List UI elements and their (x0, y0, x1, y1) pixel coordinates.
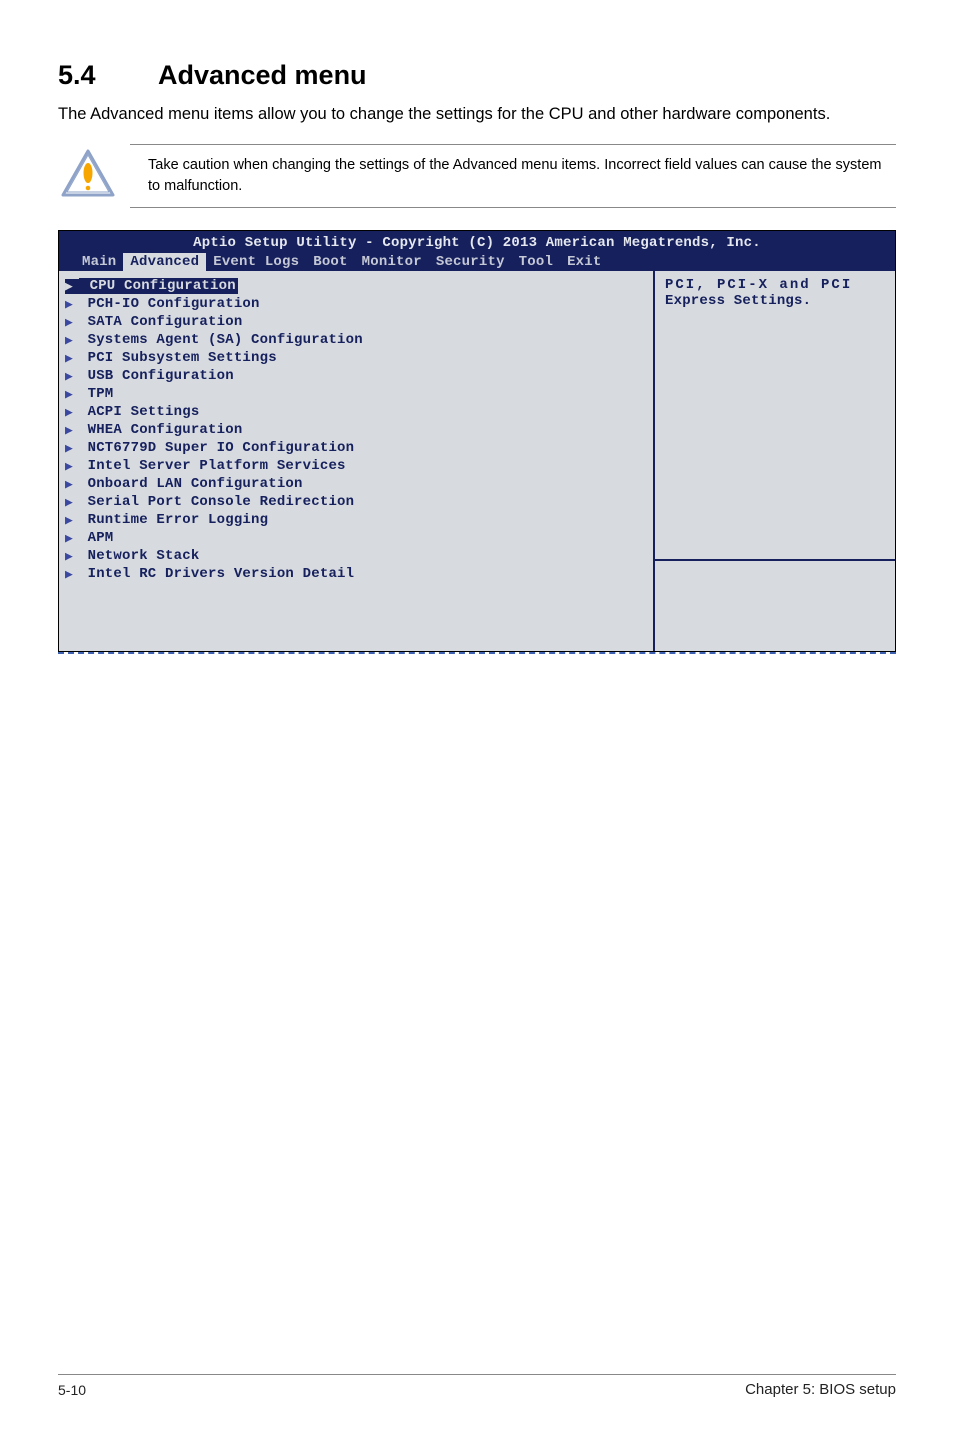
section-title: Advanced menu (158, 60, 367, 90)
submenu-arrow-icon: ▶ (65, 423, 79, 438)
submenu-arrow-icon: ▶ (65, 549, 79, 564)
caution-block: Take caution when changing the settings … (60, 144, 896, 208)
bios-menu-item-label: NCT6779D Super IO Configuration (79, 440, 354, 456)
section-heading: 5.4Advanced menu (58, 60, 896, 91)
bios-menu-item[interactable]: ▶ Network Stack (63, 547, 649, 565)
submenu-arrow-icon: ▶ (65, 567, 79, 582)
bios-menu-item-label: PCH-IO Configuration (79, 296, 260, 312)
dashed-divider (58, 652, 896, 654)
submenu-arrow-icon: ▶ (65, 351, 79, 366)
bios-tab-main[interactable]: Main (75, 253, 123, 271)
bios-title: Aptio Setup Utility - Copyright (C) 2013… (59, 235, 895, 253)
bios-help-pane: PCI, PCI-X and PCI Express Settings. (655, 271, 895, 651)
caution-icon (60, 148, 130, 205)
bios-menu-item-label: ACPI Settings (79, 404, 199, 420)
bios-menu-item[interactable]: ▶ WHEA Configuration (63, 421, 649, 439)
submenu-arrow-icon: ▶ (65, 333, 79, 348)
bios-tab-tool[interactable]: Tool (512, 253, 560, 271)
submenu-arrow-icon: ▶ (65, 315, 79, 330)
bios-menu-item[interactable]: ▶ SATA Configuration (63, 313, 649, 331)
submenu-arrow-icon: ▶ (65, 531, 79, 546)
bios-menu-item[interactable]: ▶ CPU Configuration (63, 277, 649, 295)
bios-menu-item[interactable]: ▶ PCH-IO Configuration (63, 295, 649, 313)
bios-menu-item-label: APM (79, 530, 113, 546)
bios-help-text: PCI, PCI-X and PCI Express Settings. (655, 271, 895, 561)
submenu-arrow-icon: ▶ (65, 477, 79, 492)
page-footer: 5-10 Chapter 5: BIOS setup (58, 1374, 896, 1398)
section-number: 5.4 (58, 60, 158, 91)
bios-menu-item[interactable]: ▶ Intel Server Platform Services (63, 457, 649, 475)
help-line-2: Express Settings. (665, 293, 885, 309)
bios-menu-item-label: Runtime Error Logging (79, 512, 268, 528)
bios-menu-item-label: Intel RC Drivers Version Detail (79, 566, 354, 582)
submenu-arrow-icon: ▶ (65, 387, 79, 402)
bios-menu-item[interactable]: ▶ Serial Port Console Redirection (63, 493, 649, 511)
bios-tab-event-logs[interactable]: Event Logs (206, 253, 306, 271)
bios-tabs: MainAdvancedEvent LogsBootMonitorSecurit… (59, 253, 895, 271)
submenu-arrow-icon: ▶ (65, 405, 79, 420)
bios-menu-item[interactable]: ▶ Intel RC Drivers Version Detail (63, 565, 649, 583)
bios-menu-list: ▶ CPU Configuration▶ PCH-IO Configuratio… (59, 271, 655, 651)
bios-menu-item-label: WHEA Configuration (79, 422, 242, 438)
bios-menu-item-label: Intel Server Platform Services (79, 458, 346, 474)
bios-menu-item[interactable]: ▶ TPM (63, 385, 649, 403)
intro-paragraph: The Advanced menu items allow you to cha… (58, 103, 896, 126)
bios-help-bottom (655, 561, 895, 651)
bios-tab-advanced[interactable]: Advanced (123, 253, 206, 271)
help-line-1: PCI, PCI-X and PCI (665, 277, 885, 293)
caution-text: Take caution when changing the settings … (130, 144, 896, 208)
submenu-arrow-icon: ▶ (65, 495, 79, 510)
bios-tab-exit[interactable]: Exit (560, 253, 608, 271)
bios-menu-item-label: Serial Port Console Redirection (79, 494, 354, 510)
page-number: 5-10 (58, 1382, 86, 1398)
bios-menu-item[interactable]: ▶ Runtime Error Logging (63, 511, 649, 529)
submenu-arrow-icon: ▶ (65, 513, 79, 528)
bios-menu-item-label: Network Stack (79, 548, 199, 564)
submenu-arrow-icon: ▶ (65, 297, 79, 312)
bios-menu-item[interactable]: ▶ APM (63, 529, 649, 547)
bios-menu-item-label: Systems Agent (SA) Configuration (79, 332, 363, 348)
bios-header: Aptio Setup Utility - Copyright (C) 2013… (59, 231, 895, 271)
submenu-arrow-icon: ▶ (65, 369, 79, 384)
bios-menu-item[interactable]: ▶ ACPI Settings (63, 403, 649, 421)
bios-screenshot: Aptio Setup Utility - Copyright (C) 2013… (58, 230, 896, 652)
bios-menu-item-label: SATA Configuration (79, 314, 242, 330)
bios-menu-item[interactable]: ▶ USB Configuration (63, 367, 649, 385)
bios-menu-item[interactable]: ▶ Onboard LAN Configuration (63, 475, 649, 493)
bios-menu-item-label: Onboard LAN Configuration (79, 476, 303, 492)
bios-menu-item[interactable]: ▶ NCT6779D Super IO Configuration (63, 439, 649, 457)
chapter-label: Chapter 5: BIOS setup (745, 1381, 896, 1398)
bios-body: ▶ CPU Configuration▶ PCH-IO Configuratio… (59, 271, 895, 651)
bios-menu-item-label: PCI Subsystem Settings (79, 350, 277, 366)
bios-menu-item[interactable]: ▶ PCI Subsystem Settings (63, 349, 649, 367)
bios-menu-item[interactable]: ▶ Systems Agent (SA) Configuration (63, 331, 649, 349)
bios-menu-item-label: USB Configuration (79, 368, 234, 384)
bios-tab-monitor[interactable]: Monitor (355, 253, 429, 271)
submenu-arrow-icon: ▶ (65, 441, 79, 456)
bios-menu-item-label: TPM (79, 386, 113, 402)
submenu-arrow-icon: ▶ (65, 459, 79, 474)
bios-tab-boot[interactable]: Boot (306, 253, 354, 271)
bios-menu-item-label: CPU Configuration (79, 278, 238, 294)
submenu-arrow-icon: ▶ (65, 279, 79, 294)
bios-tab-security[interactable]: Security (429, 253, 512, 271)
